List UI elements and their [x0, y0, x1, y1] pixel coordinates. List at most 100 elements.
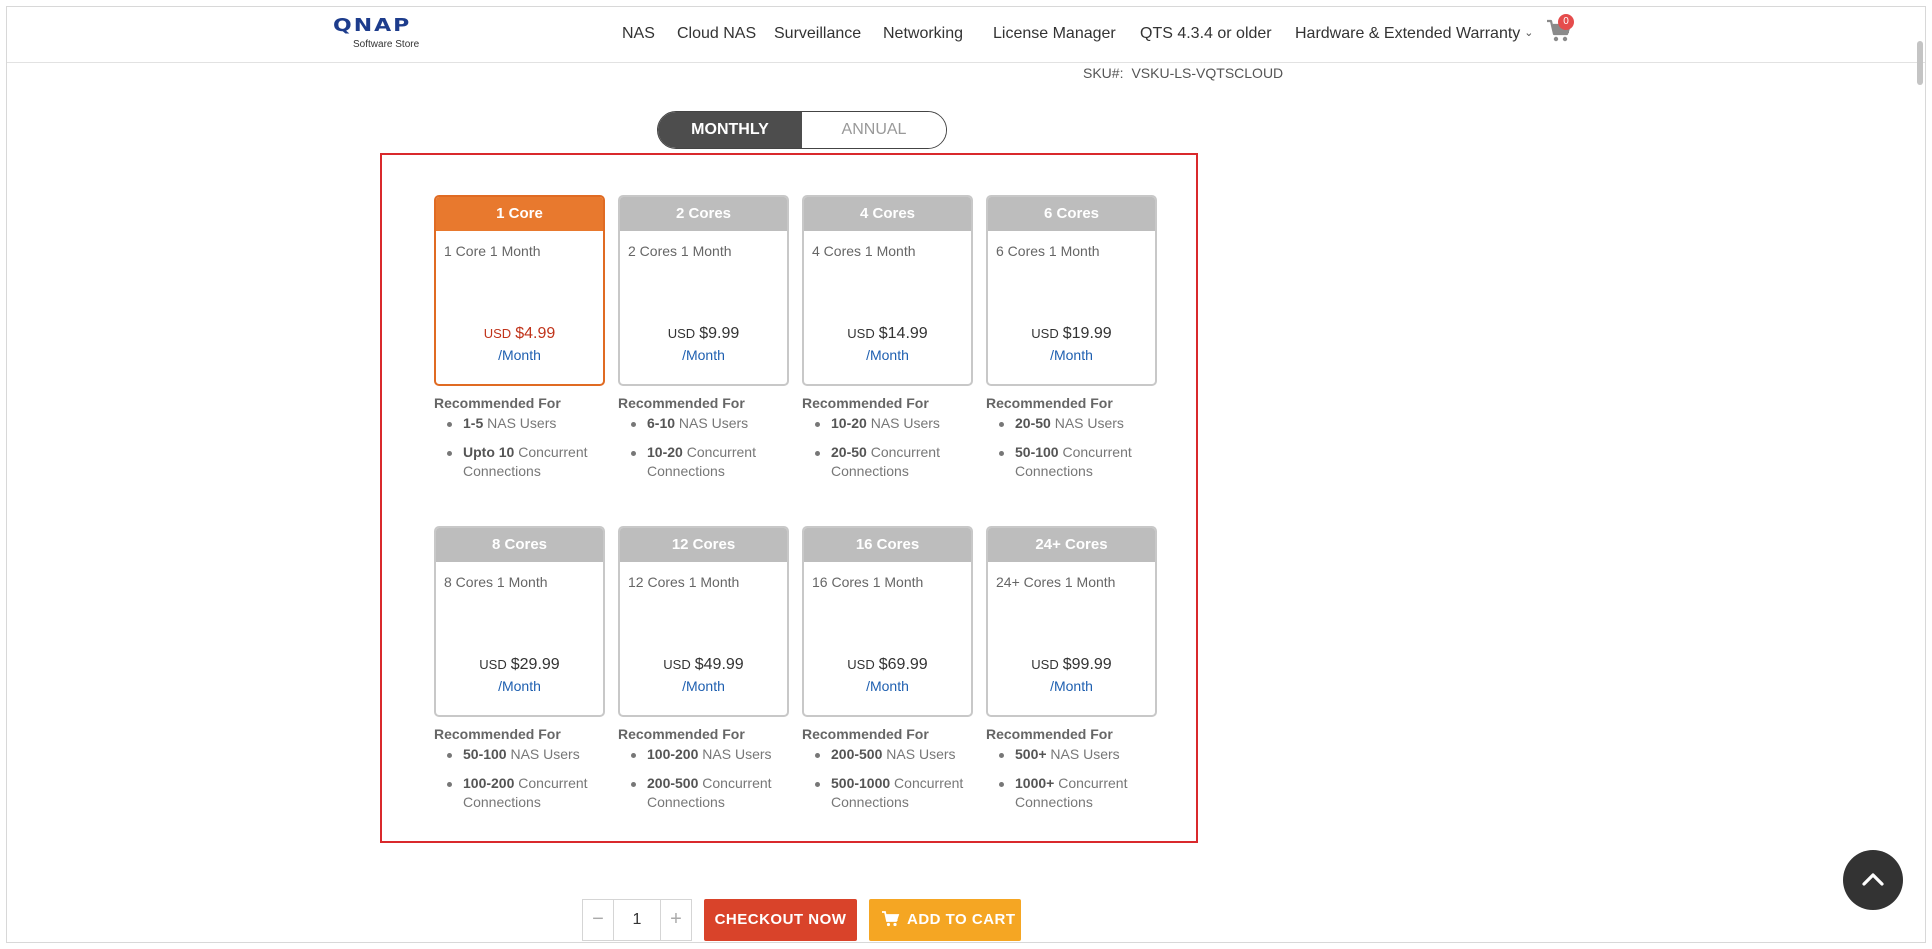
recommendation-connections: 100-200 Concurrent Connections	[434, 774, 609, 812]
users-text: NAS Users	[866, 415, 940, 431]
quantity-decrease-button[interactable]: −	[583, 900, 613, 940]
recommendation-users: 200-500 NAS Users	[802, 745, 977, 764]
nav-item-cloud-nas[interactable]: Cloud NAS	[677, 25, 756, 43]
recommendation-connections: Upto 10 Concurrent Connections	[434, 443, 609, 481]
recommendation-connections: 20-50 Concurrent Connections	[802, 443, 977, 481]
plan-card-currency: USD	[667, 326, 696, 341]
plan-card[interactable]: 4 Cores 4 Cores 1 Month USD $14.99/Month	[802, 195, 973, 386]
nav-item-hardware-warranty-label: Hardware & Extended Warranty	[1295, 25, 1521, 42]
toggle-annual[interactable]: ANNUAL	[802, 112, 946, 148]
page-scrollbar[interactable]	[1917, 41, 1923, 85]
toggle-monthly[interactable]: MONTHLY	[658, 112, 802, 148]
recommendation-connections: 50-100 Concurrent Connections	[986, 443, 1161, 481]
plan-card-description: 24+ Cores 1 Month	[996, 574, 1116, 590]
recommendation-list: 50-100 NAS Users 100-200 Concurrent Conne…	[434, 745, 609, 812]
add-to-cart-label: ADD TO CART	[907, 911, 1016, 928]
plan-card-currency: USD	[663, 657, 691, 672]
recommendation-users: 100-200 NAS Users	[618, 745, 793, 764]
recommendation-list: 10-20 NAS Users 20-50 Concurrent Connecti…	[802, 414, 977, 481]
users-text: NAS Users	[1046, 746, 1120, 762]
recommendation-connections: 1000+ Concurrent Connections	[986, 774, 1161, 812]
plan-card-price: USD $29.99	[436, 656, 603, 674]
plan-card-currency: USD	[1031, 657, 1059, 672]
connections-range: 1000+	[1015, 775, 1055, 791]
back-to-top-button[interactable]	[1843, 850, 1903, 910]
plan-card-currency: USD	[847, 326, 875, 341]
quantity-input[interactable]: 1	[613, 900, 661, 940]
users-text: NAS Users	[1050, 415, 1124, 431]
recommended-for-heading: Recommended For	[986, 395, 1113, 411]
plan-card-amount: $69.99	[878, 656, 928, 673]
recommendation-list: 200-500 NAS Users 500-1000 Concurrent Con…	[802, 745, 977, 812]
quantity-stepper: − 1 +	[582, 899, 692, 941]
quantity-increase-button[interactable]: +	[661, 900, 691, 940]
nav-item-surveillance[interactable]: Surveillance	[774, 25, 861, 43]
plan-card[interactable]: 1 Core 1 Core 1 Month USD $4.99/Month	[434, 195, 605, 386]
connections-range: 20-50	[831, 444, 867, 460]
nav-item-qts-older[interactable]: QTS 4.3.4 or older	[1140, 25, 1272, 43]
nav-item-hardware-warranty[interactable]: Hardware & Extended Warranty ⌄	[1295, 25, 1534, 43]
recommended-for-heading: Recommended For	[618, 395, 745, 411]
plan-card-amount: $19.99	[1062, 325, 1112, 342]
nav-item-license-manager[interactable]: License Manager	[993, 25, 1116, 43]
connections-range: 50-100	[1015, 444, 1059, 460]
billing-period-toggle: MONTHLY ANNUAL	[657, 111, 947, 149]
plan-card[interactable]: 16 Cores 16 Cores 1 Month USD $69.99/Month	[802, 526, 973, 717]
users-text: NAS Users	[506, 746, 580, 762]
browser-viewport: QNAP Software Store NAS Cloud NAS Survei…	[6, 6, 1926, 943]
plan-card-price: USD $99.99	[988, 656, 1155, 674]
plan-card-amount: $99.99	[1062, 656, 1112, 673]
plan-card[interactable]: 6 Cores 6 Cores 1 Month USD $19.99/Month	[986, 195, 1157, 386]
users-range: 1-5	[463, 415, 484, 431]
plan-card[interactable]: 24+ Cores 24+ Cores 1 Month USD $99.99/Mont…	[986, 526, 1157, 717]
cart-count-badge: 0	[1558, 14, 1574, 30]
users-range: 200-500	[831, 746, 883, 762]
plan-card-period: /Month	[866, 347, 909, 363]
plan-card-price: USD $69.99	[804, 656, 971, 674]
plan-card-description: 1 Core 1 Month	[444, 243, 541, 259]
chevron-up-icon	[1862, 873, 1884, 886]
plan-card-title: 2 Cores	[620, 197, 787, 231]
recommendation-connections: 500-1000 Concurrent Connections	[802, 774, 977, 812]
recommendation-list: 100-200 NAS Users 200-500 Concurrent Conn…	[618, 745, 793, 812]
plan-card[interactable]: 12 Cores 12 Cores 1 Month USD $49.99/Month	[618, 526, 789, 717]
add-to-cart-button[interactable]: ADD TO CART	[869, 899, 1021, 941]
plan-card-description: 12 Cores 1 Month	[628, 574, 740, 590]
checkout-now-button[interactable]: CHECKOUT NOW	[704, 899, 857, 941]
plan-card-price: USD $49.99	[620, 656, 787, 674]
main-nav: NAS Cloud NAS Surveillance Networking Li…	[7, 25, 1925, 49]
plan-recommendation: Recommended For 1-5 NAS Users Upto 10 Conc…	[434, 395, 609, 491]
nav-item-nas[interactable]: NAS	[622, 25, 655, 43]
connections-range: 500-1000	[831, 775, 891, 791]
plan-card-currency: USD	[479, 657, 507, 672]
sku-label: SKU#:	[1083, 65, 1124, 81]
recommendation-users: 10-20 NAS Users	[802, 414, 977, 433]
recommendation-users: 20-50 NAS Users	[986, 414, 1161, 433]
plan-card-period: /Month	[498, 347, 541, 363]
nav-item-networking[interactable]: Networking	[883, 25, 963, 43]
recommended-for-heading: Recommended For	[434, 726, 561, 742]
plan-card-title: 4 Cores	[804, 197, 971, 231]
plan-card-amount: $14.99	[878, 325, 928, 342]
plan-card-amount: $29.99	[510, 656, 560, 673]
users-range: 10-20	[831, 415, 867, 431]
plan-card-description: 16 Cores 1 Month	[812, 574, 924, 590]
recommended-for-heading: Recommended For	[618, 726, 745, 742]
sku-value: VSKU-LS-VQTSCLOUD	[1131, 65, 1284, 81]
plan-card[interactable]: 2 Cores 2 Cores 1 Month USD $9.99/Month	[618, 195, 789, 386]
plan-card[interactable]: 8 Cores 8 Cores 1 Month USD $29.99/Month	[434, 526, 605, 717]
users-range: 6-10	[647, 415, 676, 431]
connections-range: 10-20	[647, 444, 683, 460]
cart-icon	[882, 911, 900, 927]
plan-card-title: 12 Cores	[620, 528, 787, 562]
plan-card-period: /Month	[866, 678, 909, 694]
recommendation-list: 20-50 NAS Users 50-100 Concurrent Connect…	[986, 414, 1161, 481]
users-range: 20-50	[1015, 415, 1051, 431]
recommendation-users: 6-10 NAS Users	[618, 414, 793, 433]
plan-card-price: USD $4.99	[436, 325, 603, 343]
plan-recommendation: Recommended For 100-200 NAS Users 200-500 …	[618, 726, 793, 822]
plan-card-period: /Month	[498, 678, 541, 694]
recommendation-users: 50-100 NAS Users	[434, 745, 609, 764]
plan-card-price: USD $19.99	[988, 325, 1155, 343]
plan-card-currency: USD	[847, 657, 875, 672]
